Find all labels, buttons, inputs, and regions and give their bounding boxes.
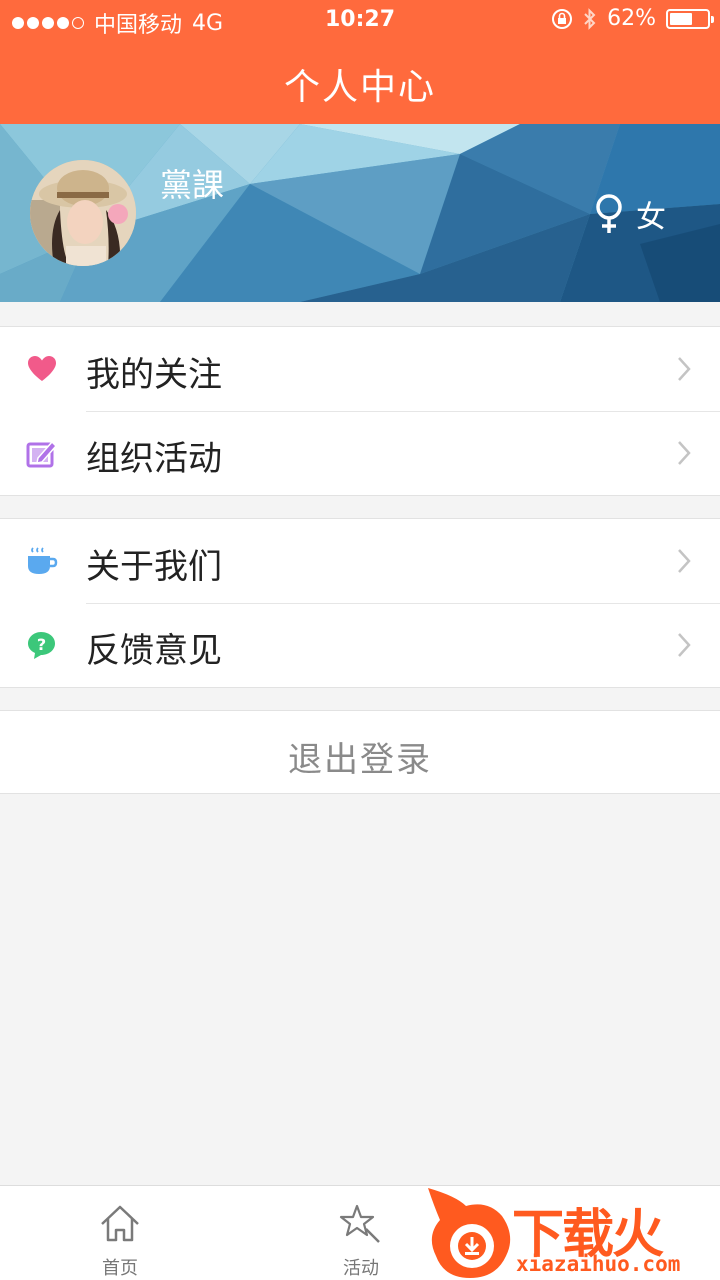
watermark-url: xiazaihuo.com xyxy=(516,1252,681,1276)
menu-item-about-us[interactable]: 关于我们 xyxy=(0,519,720,603)
page-title: 个人中心 xyxy=(283,67,436,108)
chevron-right-icon xyxy=(678,549,691,573)
home-icon xyxy=(101,1205,139,1242)
chevron-right-icon xyxy=(678,441,691,465)
coffee-cup-icon xyxy=(28,547,58,574)
tab-activity[interactable]: 活动 xyxy=(271,1186,451,1280)
avatar-image xyxy=(30,160,136,266)
question-bubble-icon: ? xyxy=(28,632,55,659)
menu-item-label: 反馈意见 xyxy=(86,631,222,671)
female-icon xyxy=(596,194,622,233)
menu-item-label: 组织活动 xyxy=(86,439,222,479)
heart-icon xyxy=(28,356,56,381)
chevron-right-icon xyxy=(678,357,691,381)
menu-group-2: 关于我们 ? 反馈意见 xyxy=(0,518,720,688)
battery-icon xyxy=(666,8,714,29)
gender-label: 女 xyxy=(636,200,666,235)
tab-home[interactable]: 首页 xyxy=(30,1186,210,1280)
chevron-right-icon xyxy=(678,633,691,657)
watermark: 下载火 xiazaihuo.com xyxy=(426,1186,720,1280)
battery-percent: 62% xyxy=(607,6,656,31)
activity-star-icon xyxy=(339,1204,380,1243)
menu-item-label: 关于我们 xyxy=(86,547,222,587)
username: 黨課 xyxy=(160,166,225,204)
menu-item-label: 我的关注 xyxy=(86,355,222,395)
edit-icon xyxy=(26,440,58,468)
menu-item-feedback[interactable]: ? 反馈意见 xyxy=(0,603,720,687)
nav-bar: 个人中心 xyxy=(0,40,720,124)
status-bar: 中国移动 4G 10:27 62% xyxy=(0,0,720,40)
flame-logo-icon xyxy=(428,1188,511,1278)
menu-item-organize-activity[interactable]: 组织活动 xyxy=(0,411,720,495)
svg-text:?: ? xyxy=(37,635,46,654)
logout-button[interactable]: 退出登录 xyxy=(0,710,720,794)
profile-header: 黨課 女 xyxy=(0,124,720,302)
avatar[interactable] xyxy=(30,160,136,266)
tab-label: 活动 xyxy=(343,1258,379,1279)
bluetooth-icon xyxy=(584,7,596,30)
menu-group-1: 我的关注 组织活动 xyxy=(0,326,720,496)
tab-label: 首页 xyxy=(102,1258,138,1279)
gender-indicator: 女 xyxy=(594,192,666,236)
menu-item-my-follows[interactable]: 我的关注 xyxy=(0,327,720,411)
logout-label: 退出登录 xyxy=(288,740,432,780)
rotation-lock-icon xyxy=(552,8,573,29)
